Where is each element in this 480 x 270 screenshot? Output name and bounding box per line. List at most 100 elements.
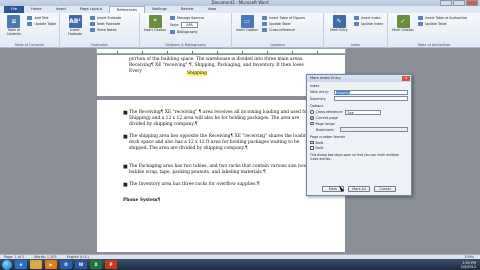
highlight-text: Shipping [187, 71, 207, 76]
toc-label: Table of Contents [6, 28, 21, 36]
style-value: APA [181, 22, 198, 28]
group-toc: ≡ Table of Contents Add Text Update Tabl… [0, 13, 60, 48]
dialog-note: This dialog box stays open so that you c… [310, 153, 399, 161]
cross-reference-radio[interactable] [310, 110, 314, 114]
next-footnote-icon [90, 22, 95, 26]
tab-insert[interactable]: Insert [49, 6, 73, 13]
mark-all-button[interactable]: Mark All [348, 186, 370, 192]
bullet-icon: ■ [123, 182, 128, 188]
toc-icon: ≡ [7, 15, 21, 28]
tab-page-layout[interactable]: Page Layout [73, 6, 109, 13]
page-range-label: Page range [315, 121, 335, 126]
italic-checkbox[interactable] [310, 146, 314, 150]
cross-reference-input[interactable]: See [345, 109, 382, 115]
ribbon-tabs: File Home Insert Page Layout References … [0, 5, 480, 14]
update-index-button[interactable]: Update Index [354, 22, 383, 26]
main-entry-input[interactable]: shipping [334, 89, 408, 95]
current-page-radio[interactable] [310, 116, 314, 120]
page-range-radio[interactable] [310, 121, 314, 126]
dialog-title: Mark Index Entry [310, 76, 341, 80]
media-player-icon[interactable]: ▶ [45, 260, 57, 269]
taskbar: e ▶ O W X P 2:55 PM 1/9/2012 [0, 259, 480, 270]
group-index: ✎ Mark Entry Insert Index Update Index I… [324, 13, 388, 48]
group-toa: ✓ Mark Citation Insert Table of Authorit… [388, 13, 480, 48]
tab-home[interactable]: Home [24, 6, 49, 13]
insert-citation-label: Insert Citation [143, 28, 167, 32]
update-index-label: Update Index [361, 22, 384, 26]
subentry-row: Subentry: [310, 96, 408, 101]
bibliography-icon [170, 30, 175, 34]
cross-reference-label: Cross-reference: [315, 110, 344, 114]
group-footnotes: AB¹ Insert Footnote Insert Endnote Next … [60, 13, 140, 48]
update-icon [418, 22, 423, 26]
tof-icon [262, 16, 267, 20]
manage-sources-button[interactable]: Manage Sources [170, 16, 204, 20]
next-footnote-label: Next Footnote [97, 22, 121, 26]
dialog-title-bar[interactable]: Mark Index Entry ✕ [307, 75, 411, 82]
next-footnote-button[interactable]: Next Footnote [90, 22, 121, 26]
outlook-icon[interactable]: O [60, 260, 72, 269]
excel-icon[interactable]: X [90, 260, 102, 269]
show-notes-button[interactable]: Show Notes [90, 28, 121, 32]
mark-citation-icon: ✓ [396, 15, 410, 28]
mark-citation-label: Mark Citation [392, 28, 414, 32]
tab-file[interactable]: File [4, 6, 25, 13]
insert-caption-label: Insert Caption [235, 28, 259, 32]
bookmark-label: Bookmark: [316, 127, 335, 132]
index-icon [354, 16, 359, 20]
group-captions: ▭ Insert Caption Insert Table of Figures… [232, 13, 324, 48]
bookmark-select[interactable] [340, 127, 408, 132]
index-section-label: Index [310, 84, 320, 88]
style-select[interactable]: Style: APA [170, 22, 204, 28]
cancel-button[interactable]: Cancel [374, 186, 396, 192]
update-tof-button[interactable]: Update Table [262, 22, 305, 26]
ie-icon[interactable]: e [15, 260, 27, 269]
horizontal-ruler[interactable] [96, 48, 346, 54]
tab-view[interactable]: View [201, 6, 224, 13]
cross-reference-label: Cross-reference [269, 28, 295, 32]
opt-cross-reference[interactable]: Cross-reference: See [310, 109, 408, 115]
update-toa-button[interactable]: Update Table [418, 22, 467, 26]
insert-endnote-label: Insert Endnote [97, 16, 122, 20]
bibliography-button[interactable]: Bibliography [170, 30, 204, 34]
update-table-button[interactable]: Update Table [27, 22, 56, 26]
cross-reference-button[interactable]: Cross-reference [262, 28, 305, 32]
current-page-label: Current page [315, 116, 338, 120]
bullet-icon: ■ [123, 164, 128, 170]
opt-page-range[interactable]: Page range [310, 122, 408, 126]
bullet-paragraph-4: The Inventory area has three racks for o… [129, 182, 260, 187]
insert-endnote-button[interactable]: Insert Endnote [90, 16, 121, 20]
subentry-label: Subentry: [310, 96, 327, 101]
group-citations: ❝ Insert Citation Manage Sources Style: A… [140, 13, 232, 48]
update-icon [27, 22, 33, 26]
cross-reference-icon [262, 28, 267, 32]
opt-current-page[interactable]: Current page [310, 116, 408, 120]
insert-index-button[interactable]: Insert Index [354, 16, 383, 20]
update-toa-label: Update Table [425, 22, 447, 26]
powerpoint-icon[interactable]: P [105, 260, 117, 269]
page1-line-2-text: Receiving¶ XE "receiving" ¶, Shipping, P… [129, 63, 304, 74]
bold-label: Bold [315, 140, 324, 145]
tab-mailings[interactable]: Mailings [145, 6, 174, 13]
bold-checkbox[interactable] [310, 140, 314, 145]
add-text-button[interactable]: Add Text [27, 16, 56, 20]
bullet-icon: ■ [123, 134, 128, 140]
page-number-format-label: Page number format [310, 135, 345, 139]
subentry-input[interactable] [334, 96, 408, 101]
mark-entry-icon: ✎ [332, 15, 346, 28]
word-icon[interactable]: W [75, 260, 87, 269]
system-clock[interactable]: 2:55 PM 1/9/2012 [461, 261, 480, 269]
insert-tof-button[interactable]: Insert Table of Figures [262, 16, 305, 20]
start-button-icon[interactable] [2, 259, 12, 270]
insert-toa-button[interactable]: Insert Table of Authorities [418, 16, 467, 20]
opt-bold[interactable]: Bold [310, 141, 408, 145]
update-table-label: Update Table [34, 22, 56, 26]
tab-review[interactable]: Review [174, 6, 201, 13]
update-tof-label: Update Table [269, 22, 291, 26]
bullet-paragraph-1: The Receiving¶ XE "receiving" ¶ area rec… [129, 110, 309, 127]
insert-toa-label: Insert Table of Authorities [425, 16, 468, 20]
folder-icon[interactable] [30, 260, 42, 269]
main-entry-row: Main entry: shipping [310, 89, 408, 95]
opt-italic[interactable]: Italic [310, 146, 408, 150]
dialog-close-icon[interactable]: ✕ [402, 76, 410, 81]
